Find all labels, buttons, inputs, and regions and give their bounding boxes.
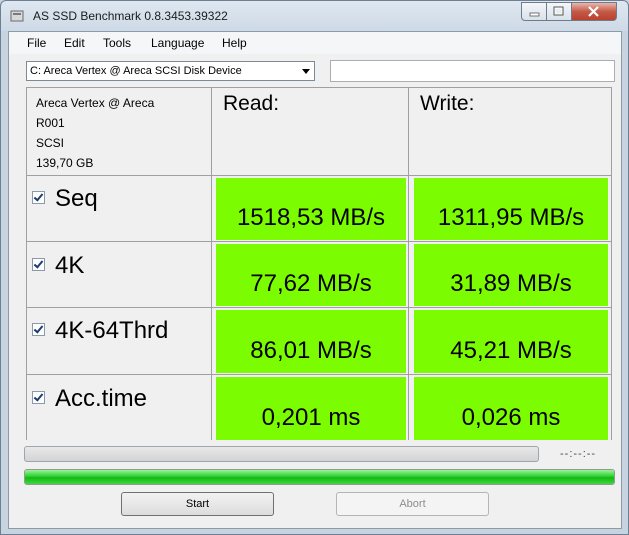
grid-line: [26, 175, 612, 176]
overall-progress-fill: [25, 470, 614, 484]
menu-edit[interactable]: Edit: [64, 36, 85, 50]
4k-64thrd-checkbox[interactable]: [32, 323, 45, 336]
4k-read-result: 77,62 MB/s: [216, 244, 406, 306]
grid-line: [211, 87, 212, 440]
acc-time-write-result: 0,026 ms: [414, 377, 608, 440]
close-button[interactable]: [572, 2, 617, 21]
4k-write-result: 31,89 MB/s: [414, 244, 608, 306]
grid-line: [408, 87, 409, 440]
4k-64thrd-label: 4K-64Thrd: [55, 317, 169, 344]
window-title: AS SSD Benchmark 0.8.3453.39322: [33, 9, 228, 23]
menu-help[interactable]: Help: [222, 36, 247, 50]
4k-64thrd-write-result: 45,21 MB/s: [414, 310, 608, 373]
grid-line: [26, 374, 612, 375]
seq-label: Seq: [55, 185, 98, 212]
device-firmware: R001: [36, 116, 65, 130]
minimize-button[interactable]: [521, 2, 547, 21]
read-column-header: Read:: [223, 92, 280, 115]
disk-app-icon: [10, 10, 24, 22]
menu-tools[interactable]: Tools: [103, 36, 131, 50]
grid-line: [26, 87, 612, 88]
device-bus: SCSI: [36, 136, 65, 150]
client-area: File Edit Tools Language Help C: Areca V…: [8, 31, 622, 529]
maximize-icon: [553, 6, 564, 16]
seq-read-result: 1518,53 MB/s: [216, 178, 406, 240]
4k-64thrd-read-result: 86,01 MB/s: [216, 310, 406, 373]
minimize-icon: [529, 12, 540, 17]
info-field[interactable]: [330, 60, 615, 82]
acc-time-checkbox[interactable]: [32, 391, 45, 404]
device-size: 139,70 GB: [36, 156, 94, 170]
device-info: Areca Vertex @ Areca R001 SCSI 139,70 GB: [36, 93, 154, 173]
row-acc-time[interactable]: Acc.time: [32, 385, 147, 413]
menu-file[interactable]: File: [27, 36, 46, 50]
4k-checkbox[interactable]: [32, 258, 45, 271]
menu-language[interactable]: Language: [151, 36, 204, 50]
row-4k[interactable]: 4K: [32, 252, 84, 280]
grid-line: [26, 241, 612, 242]
chevron-down-icon: [302, 69, 310, 74]
row-4k-64thrd[interactable]: 4K-64Thrd: [32, 317, 168, 345]
device-name: Areca Vertex @ Areca: [36, 96, 155, 110]
row-seq[interactable]: Seq: [32, 185, 98, 213]
elapsed-time: --:--:--: [560, 448, 597, 460]
drive-select[interactable]: C: Areca Vertex @ Areca SCSI Disk Device: [26, 61, 315, 81]
acc-time-label: Acc.time: [55, 385, 148, 412]
4k-label: 4K: [55, 252, 85, 279]
abort-button[interactable]: Abort: [336, 492, 489, 516]
grid-line: [611, 87, 612, 440]
drive-select-value: C: Areca Vertex @ Areca SCSI Disk Device: [30, 65, 242, 77]
seq-checkbox[interactable]: [32, 191, 45, 204]
maximize-button[interactable]: [547, 2, 572, 21]
app-window: AS SSD Benchmark 0.8.3453.39322 File Edi…: [0, 0, 629, 535]
write-column-header: Write:: [420, 92, 475, 115]
acc-time-read-result: 0,201 ms: [216, 377, 406, 440]
title-bar[interactable]: AS SSD Benchmark 0.8.3453.39322: [1, 1, 628, 31]
seq-write-result: 1311,95 MB/s: [414, 178, 608, 240]
start-button[interactable]: Start: [121, 492, 274, 516]
overall-progress-bar: [24, 469, 615, 485]
results-grid: Areca Vertex @ Areca R001 SCSI 139,70 GB…: [26, 87, 612, 440]
current-progress-bar: [24, 446, 539, 462]
close-icon: [588, 6, 599, 17]
menu-bar: File Edit Tools Language Help: [9, 32, 621, 54]
grid-line: [26, 307, 612, 308]
grid-line: [26, 87, 27, 440]
